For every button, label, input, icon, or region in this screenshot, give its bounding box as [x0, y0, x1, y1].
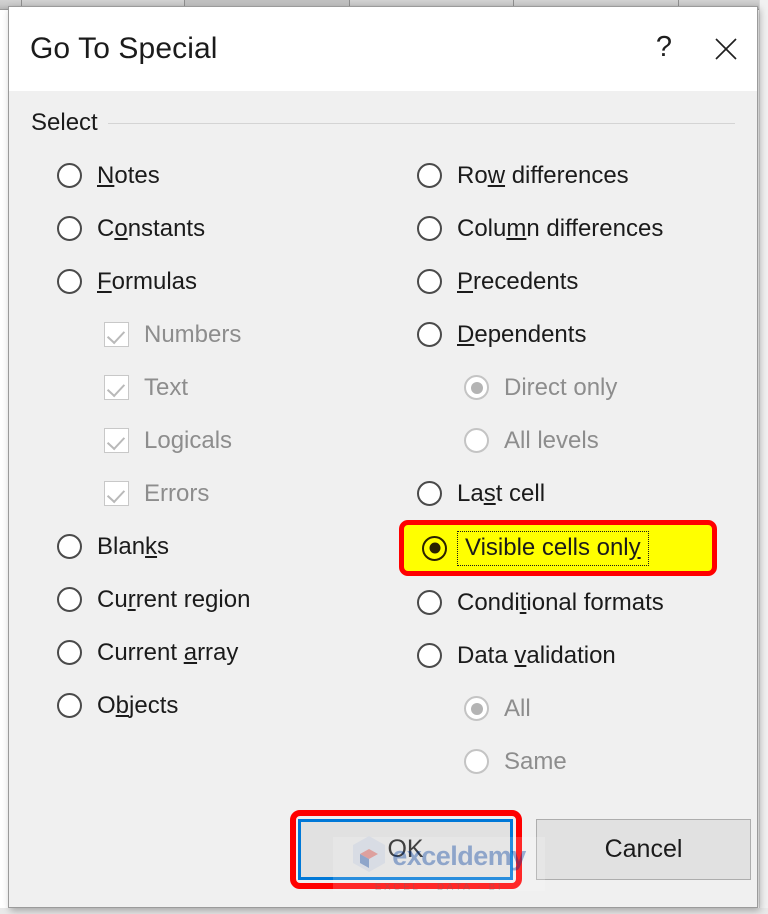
- option-blanks[interactable]: Blanks: [57, 520, 397, 573]
- option-data-validation[interactable]: Data validation: [417, 629, 747, 682]
- option-label-current-array: Current array: [97, 638, 239, 666]
- titlebar-buttons: ?: [633, 7, 757, 91]
- radio-precedents[interactable]: [417, 269, 442, 294]
- option-current-array[interactable]: Current array: [57, 626, 397, 679]
- option-errors: Errors: [57, 467, 397, 520]
- radio-notes[interactable]: [57, 163, 82, 188]
- spreadsheet-right-margin: [759, 0, 768, 914]
- radio-direct-only: [464, 375, 489, 400]
- select-group-label: Select: [31, 109, 98, 136]
- option-label-formulas: Formulas: [97, 267, 198, 295]
- option-direct-only: Direct only: [417, 361, 747, 414]
- radio-conditional-formats[interactable]: [417, 590, 442, 615]
- help-question-icon: ?: [655, 31, 673, 63]
- option-label-conditional-formats: Conditional formats: [457, 588, 664, 616]
- radio-all-levels: [464, 428, 489, 453]
- option-label-last-cell: Last cell: [457, 479, 546, 507]
- option-label-precedents: Precedents: [457, 267, 579, 295]
- cancel-button[interactable]: Cancel: [536, 819, 751, 880]
- radio-current-region[interactable]: [57, 587, 82, 612]
- radio-constants[interactable]: [57, 216, 82, 241]
- radio-last-cell[interactable]: [417, 481, 442, 506]
- option-dependents[interactable]: Dependents: [417, 308, 747, 361]
- radio-current-array[interactable]: [57, 640, 82, 665]
- checkbox-errors: [104, 481, 129, 506]
- checkbox-numbers: [104, 322, 129, 347]
- option-label-all-levels: All levels: [504, 426, 599, 454]
- radio-visible-cells-only[interactable]: [422, 535, 447, 561]
- option-conditional-formats[interactable]: Conditional formats: [417, 576, 747, 629]
- options-column-right: Row differences Column differences Precede…: [399, 149, 747, 788]
- option-label-notes: Notes: [97, 161, 160, 189]
- option-label-column-differences: Column differences: [457, 214, 664, 242]
- close-icon: [713, 36, 739, 62]
- option-label-errors: Errors: [144, 479, 210, 507]
- option-numbers: Numbers: [57, 308, 397, 361]
- radio-column-differences[interactable]: [417, 216, 442, 241]
- option-current-region[interactable]: Current region: [57, 573, 397, 626]
- radio-objects[interactable]: [57, 693, 82, 718]
- ok-button[interactable]: OK: [298, 819, 513, 880]
- option-label-same: Same: [504, 747, 567, 775]
- option-constants[interactable]: Constants: [57, 202, 397, 255]
- option-label-constants: Constants: [97, 214, 206, 242]
- help-button[interactable]: ?: [633, 7, 695, 91]
- option-visible-cells-only[interactable]: Visible cells only: [399, 520, 717, 576]
- option-label-numbers: Numbers: [144, 320, 242, 348]
- radio-same: [464, 749, 489, 774]
- close-button[interactable]: [695, 7, 757, 91]
- radio-dependents[interactable]: [417, 322, 442, 347]
- option-logicals: Logicals: [57, 414, 397, 467]
- option-label-blanks: Blanks: [97, 532, 170, 560]
- dialog-footer: OK Cancel: [9, 810, 757, 889]
- group-divider: [107, 122, 735, 124]
- select-group-header: Select: [31, 109, 735, 137]
- checkbox-logicals: [104, 428, 129, 453]
- option-label-objects: Objects: [97, 691, 179, 719]
- radio-all: [464, 696, 489, 721]
- option-columns: Notes Constants Formulas Numbers Text Logical…: [9, 149, 757, 839]
- option-text: Text: [57, 361, 397, 414]
- focus-outline: Visible cells only: [457, 530, 649, 566]
- options-column-left: Notes Constants Formulas Numbers Text Logical…: [57, 149, 397, 732]
- option-label-text: Text: [144, 373, 189, 401]
- radio-blanks[interactable]: [57, 534, 82, 559]
- go-to-special-dialog: Go To Special ? Select Notes Constants For…: [8, 6, 758, 908]
- option-label-direct-only: Direct only: [504, 373, 618, 401]
- option-precedents[interactable]: Precedents: [417, 255, 747, 308]
- dialog-content: Select Notes Constants Formulas Numbers Text…: [9, 91, 757, 907]
- option-notes[interactable]: Notes: [57, 149, 397, 202]
- dialog-title: Go To Special: [30, 32, 218, 65]
- option-all: All: [417, 682, 747, 735]
- option-label-dependents: Dependents: [457, 320, 587, 348]
- radio-data-validation[interactable]: [417, 643, 442, 668]
- option-row-differences[interactable]: Row differences: [417, 149, 747, 202]
- option-objects[interactable]: Objects: [57, 679, 397, 732]
- radio-formulas[interactable]: [57, 269, 82, 294]
- option-label-all: All: [504, 694, 531, 722]
- option-same: Same: [417, 735, 747, 788]
- spreadsheet-bottom-margin: [0, 908, 768, 914]
- option-all-levels: All levels: [417, 414, 747, 467]
- option-last-cell[interactable]: Last cell: [417, 467, 747, 520]
- option-label-current-region: Current region: [97, 585, 251, 613]
- radio-row-differences[interactable]: [417, 163, 442, 188]
- option-label-logicals: Logicals: [144, 426, 233, 454]
- dialog-titlebar: Go To Special ?: [9, 7, 757, 91]
- option-label-visible-cells-only: Visible cells only: [465, 533, 641, 561]
- option-label-data-validation: Data validation: [457, 641, 616, 669]
- option-formulas[interactable]: Formulas: [57, 255, 397, 308]
- option-label-row-differences: Row differences: [457, 161, 629, 189]
- option-column-differences[interactable]: Column differences: [417, 202, 747, 255]
- checkbox-text: [104, 375, 129, 400]
